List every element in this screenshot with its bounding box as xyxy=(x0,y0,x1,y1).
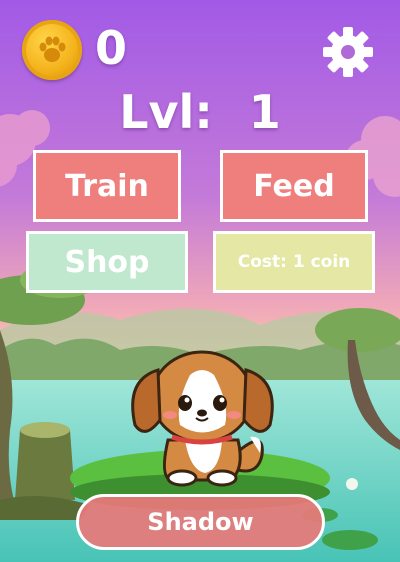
pet-name-button[interactable]: Shadow xyxy=(76,494,325,550)
lily-pad xyxy=(322,530,378,550)
level-label: Lvl: xyxy=(119,85,213,139)
gear-icon[interactable] xyxy=(322,26,374,78)
cost-button[interactable]: Cost: 1 coin xyxy=(213,231,375,293)
shop-button[interactable]: Shop xyxy=(26,231,188,293)
level-value: 1 xyxy=(248,85,281,139)
coin-count: 0 xyxy=(95,21,128,75)
train-button[interactable]: Train xyxy=(33,150,181,222)
feed-button[interactable]: Feed xyxy=(220,150,368,222)
paw-coin-icon xyxy=(22,20,82,80)
level-display: Lvl: 1 xyxy=(0,82,400,142)
paw-icon xyxy=(39,36,66,62)
